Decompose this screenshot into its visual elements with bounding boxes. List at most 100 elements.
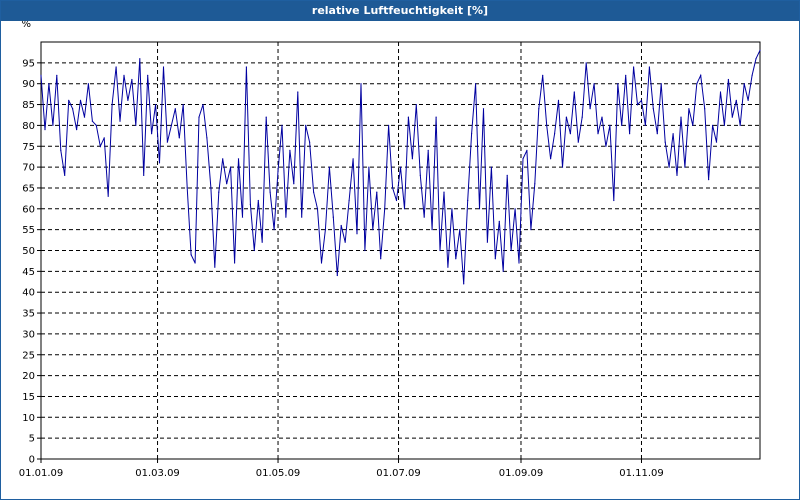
data-point — [273, 229, 275, 231]
data-point — [344, 241, 346, 243]
data-point — [688, 108, 690, 110]
data-point — [380, 258, 382, 260]
data-point — [218, 191, 220, 193]
data-point — [356, 233, 358, 235]
data-point — [640, 99, 643, 101]
y-tick-label: 75 — [22, 142, 35, 153]
data-point — [652, 108, 654, 110]
x-tick-label: 01.09.09 — [499, 468, 544, 479]
y-tick-label: 15 — [22, 392, 35, 403]
y-tick-label: 40 — [22, 288, 35, 299]
data-point — [99, 145, 101, 147]
data-point — [269, 191, 271, 193]
data-point — [482, 108, 485, 110]
data-point — [135, 124, 137, 126]
chart-window: relative Luftfeuchtigkeit [%] 0 5 10 15 20 25… — [0, 0, 800, 500]
data-point — [498, 220, 500, 222]
data-point — [48, 83, 50, 85]
data-point — [403, 208, 406, 210]
data-point — [605, 145, 607, 147]
y-tick-label: 45 — [22, 267, 35, 278]
x-tick-label: 01.07.09 — [376, 468, 421, 479]
data-point — [158, 162, 161, 164]
data-point — [723, 124, 726, 126]
data-point — [475, 83, 477, 85]
data-point — [127, 99, 129, 101]
data-point — [364, 249, 366, 252]
data-point — [186, 187, 188, 189]
data-point — [486, 241, 488, 243]
data-point — [644, 124, 647, 126]
data-point — [111, 104, 113, 106]
data-point — [297, 91, 299, 93]
data-point — [554, 133, 556, 135]
data-point — [206, 137, 208, 139]
data-point — [715, 141, 718, 143]
data-point — [534, 183, 536, 185]
data-point — [348, 199, 350, 202]
chart-title: relative Luftfeuchtigkeit [%] — [1, 1, 799, 21]
data-point — [538, 108, 540, 110]
data-point — [265, 116, 267, 118]
data-point — [463, 283, 465, 285]
data-point — [178, 137, 180, 139]
data-point — [234, 262, 236, 264]
data-point — [443, 191, 445, 193]
data-point — [166, 141, 168, 143]
data-point — [155, 104, 157, 106]
data-point — [68, 99, 70, 101]
data-point — [388, 124, 390, 126]
data-point — [237, 158, 240, 160]
data-point — [332, 216, 334, 218]
data-point — [285, 216, 287, 218]
data-point — [633, 66, 635, 68]
y-tick-label: 50 — [22, 246, 35, 257]
data-point — [550, 158, 552, 160]
data-point — [76, 129, 78, 131]
data-point — [194, 262, 196, 264]
data-point — [668, 166, 670, 168]
data-point — [64, 174, 66, 176]
data-point — [222, 158, 224, 160]
data-point — [411, 158, 413, 160]
data-point — [759, 49, 761, 51]
data-point — [467, 199, 469, 202]
data-point — [79, 99, 82, 101]
data-point — [617, 83, 619, 85]
data-point — [597, 133, 599, 135]
data-point — [451, 208, 453, 210]
data-point — [60, 149, 62, 151]
data-point — [419, 174, 421, 176]
data-point — [585, 62, 587, 64]
data-point — [230, 166, 232, 168]
data-point — [72, 108, 74, 110]
y-tick-label: 20 — [22, 371, 35, 382]
data-point — [692, 124, 694, 126]
data-point — [143, 174, 145, 176]
data-point — [40, 74, 42, 76]
data-point — [423, 216, 425, 218]
data-point — [656, 133, 658, 135]
data-point — [435, 116, 437, 118]
data-point — [182, 104, 184, 106]
data-point — [530, 229, 532, 231]
data-point — [471, 133, 473, 135]
y-tick-label: 80 — [22, 121, 35, 132]
data-point — [573, 91, 575, 93]
data-point — [190, 254, 192, 256]
data-point — [87, 83, 89, 85]
data-point — [490, 166, 492, 168]
data-point — [214, 266, 216, 268]
data-point — [226, 183, 228, 185]
y-tick-label: 70 — [22, 163, 35, 174]
y-tick-label: 25 — [22, 350, 35, 361]
data-point — [680, 116, 682, 118]
data-point — [601, 116, 603, 118]
data-point — [245, 66, 247, 68]
data-point — [174, 108, 176, 110]
x-tick-label: 01.03.09 — [135, 468, 180, 479]
data-point — [352, 158, 354, 160]
data-point — [103, 137, 105, 139]
data-point — [324, 229, 326, 231]
y-tick-label: 0 — [29, 455, 35, 466]
